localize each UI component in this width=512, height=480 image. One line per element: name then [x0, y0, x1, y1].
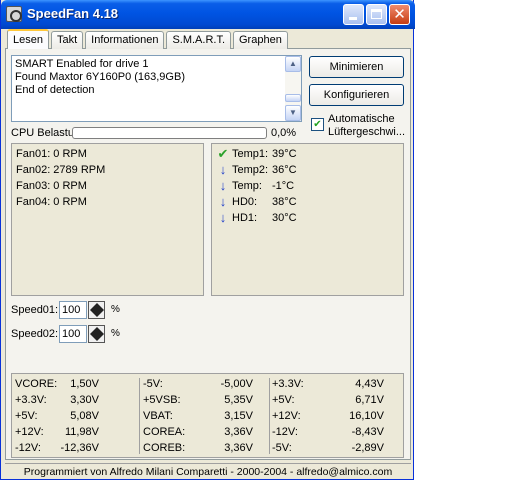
- tab-informationen[interactable]: Informationen: [85, 31, 165, 49]
- down-arrow-icon: ↓: [219, 178, 227, 193]
- voltage-row: COREB: 3,36V: [143, 442, 253, 454]
- down-arrow-icon: ↓: [219, 210, 227, 225]
- voltage-row: +5V: 5,08V: [15, 410, 99, 422]
- speed02-spinner[interactable]: [88, 325, 105, 343]
- voltage-row: +3.3V: 3,30V: [15, 394, 99, 406]
- tab-smart[interactable]: S.M.A.R.T.: [166, 31, 231, 49]
- log-line: SMART Enabled for drive 1: [15, 58, 149, 70]
- temp-reading: ↓ HD0: 38°C: [216, 194, 396, 210]
- minimize-button[interactable]: Minimieren: [309, 56, 404, 78]
- close-window-button[interactable]: ✕: [389, 4, 410, 25]
- speed02-input[interactable]: 100: [59, 325, 87, 343]
- voltage-column: -5V: -5,00V +5VSB: 5,35V VBAT: 3,15V COREA:…: [143, 376, 267, 456]
- voltage-column: +3.3V: 4,43V +5V: 6,71V +12V: 16,10V -12V: -…: [272, 376, 398, 456]
- auto-fan-speed-label: Automatische Lüftergeschwi...: [328, 113, 406, 138]
- voltage-row: +12V: 16,10V: [272, 410, 384, 422]
- divider: [139, 378, 140, 454]
- voltage-row: +12V: 11,98V: [15, 426, 99, 438]
- cpu-usage-label: CPU Belastu: [11, 127, 74, 139]
- minimize-icon: [349, 17, 357, 20]
- divider: [269, 378, 270, 454]
- window-title: SpeedFan 4.18: [27, 6, 119, 21]
- fan-reading: Fan02: 2789 RPM: [16, 164, 106, 176]
- temp-reading: ↓ Temp2: 36°C: [216, 162, 396, 178]
- scroll-up-arrow-icon[interactable]: ▲: [285, 56, 301, 72]
- scroll-down-arrow-icon[interactable]: ▼: [285, 105, 301, 121]
- voltage-row: +5V: 6,71V: [272, 394, 384, 406]
- checkmark-icon: ✔: [217, 146, 229, 161]
- cpu-usage-bar: [72, 127, 267, 139]
- temperatures-panel: ✔ Temp1: 39°C ↓ Temp2: 36°C ↓ Temp: -1°C…: [211, 143, 404, 296]
- minimize-window-button[interactable]: [343, 4, 364, 25]
- voltage-row: VCORE: 1,50V: [15, 378, 99, 390]
- fan-reading: Fan01: 0 RPM: [16, 148, 87, 160]
- log-scrollbar[interactable]: ▲ ▼: [285, 56, 301, 121]
- maximize-window-button[interactable]: [366, 4, 387, 25]
- speed02-label: Speed02:: [11, 328, 59, 340]
- speed01-unit: %: [111, 304, 120, 315]
- speed01-input[interactable]: 100: [59, 301, 87, 319]
- voltages-panel: VCORE: 1,50V +3.3V: 3,30V +5V: 5,08V +12V: 1…: [11, 373, 404, 458]
- speed01-spinner[interactable]: [88, 301, 105, 319]
- speed02-unit: %: [111, 328, 120, 339]
- speed01-label: Speed01:: [11, 304, 59, 316]
- fan-speeds-panel: Fan01: 0 RPM Fan02: 2789 RPM Fan03: 0 RP…: [11, 143, 204, 296]
- tab-lesen[interactable]: Lesen: [7, 29, 49, 49]
- detection-log[interactable]: SMART Enabled for drive 1 Found Maxtor 6…: [11, 55, 302, 122]
- voltage-row: -5V: -2,89V: [272, 442, 384, 454]
- auto-fan-speed-checkbox[interactable]: ✔: [311, 118, 324, 131]
- voltage-row: +3.3V: 4,43V: [272, 378, 384, 390]
- speedfan-window: SpeedFan 4.18 ✕ Lesen Takt Informationen…: [0, 0, 415, 480]
- status-bar: Programmiert von Alfredo Milani Comparet…: [5, 463, 411, 479]
- voltage-row: -12V: -12,36V: [15, 442, 99, 454]
- voltage-row: +5VSB: 5,35V: [143, 394, 253, 406]
- close-icon: ✕: [393, 6, 406, 23]
- fan-reading: Fan03: 0 RPM: [16, 180, 87, 192]
- temp-reading: ↓ HD1: 30°C: [216, 210, 396, 226]
- fan-reading: Fan04: 0 RPM: [16, 196, 87, 208]
- temp-reading: ↓ Temp: -1°C: [216, 178, 396, 194]
- voltage-row: -12V: -8,43V: [272, 426, 384, 438]
- tab-graphen[interactable]: Graphen: [233, 31, 288, 49]
- cpu-usage-percent: 0,0%: [271, 127, 297, 139]
- down-arrow-icon: ↓: [219, 194, 227, 209]
- temp-reading: ✔ Temp1: 39°C: [217, 146, 297, 161]
- tab-bar: Lesen Takt Informationen S.M.A.R.T. Grap…: [7, 29, 290, 49]
- title-bar[interactable]: SpeedFan 4.18 ✕: [1, 0, 415, 29]
- log-line: Found Maxtor 6Y160P0 (163,9GB): [15, 71, 185, 83]
- down-arrow-icon: ↓: [219, 162, 227, 177]
- log-line: End of detection: [15, 84, 95, 96]
- voltage-row: -5V: -5,00V: [143, 378, 253, 390]
- speedfan-app-icon[interactable]: [6, 6, 22, 22]
- voltage-row: VBAT: 3,15V: [143, 410, 253, 422]
- maximize-icon: [371, 9, 382, 19]
- configure-button[interactable]: Konfigurieren: [309, 84, 404, 106]
- voltage-row: COREA: 3,36V: [143, 426, 253, 438]
- voltage-column: VCORE: 1,50V +3.3V: 3,30V +5V: 5,08V +12V: 1…: [15, 376, 139, 456]
- scroll-thumb[interactable]: [285, 94, 301, 102]
- tab-takt[interactable]: Takt: [50, 31, 84, 49]
